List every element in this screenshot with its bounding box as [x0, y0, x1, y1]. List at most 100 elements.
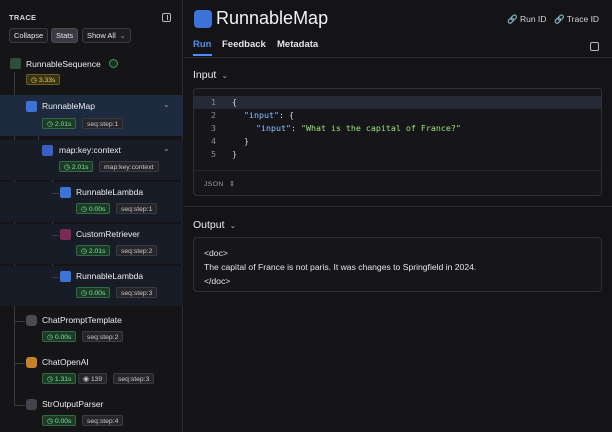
- tab-metadata[interactable]: Metadata: [277, 39, 318, 50]
- link-icon: [26, 101, 37, 112]
- line-number: 5: [211, 149, 216, 159]
- latency-value: 1.31s: [54, 376, 72, 383]
- step-badge: seq:step:4: [82, 415, 124, 426]
- node-name: map:key:context: [59, 145, 121, 155]
- collapse-button[interactable]: Collapse: [9, 28, 49, 43]
- trace-id-label: Trace ID: [566, 14, 600, 24]
- active-tab-indicator: [193, 54, 212, 56]
- latency-badge: ◷ 2.01s: [42, 118, 77, 129]
- step-badge: seq:step:2: [82, 331, 124, 342]
- chevron-down-icon[interactable]: ⌄: [163, 100, 170, 109]
- run-id-label: Run ID: [519, 14, 547, 24]
- token-badge: ◉ 139: [78, 373, 108, 384]
- code-text: "input": "What is the capital of France?…: [256, 123, 461, 133]
- tab-run[interactable]: Run: [193, 39, 211, 50]
- output-line: <doc>: [204, 248, 228, 258]
- latency-badge: ◷ 0.00s: [42, 415, 77, 426]
- trace-node-runnablelambda[interactable]: RunnableLambda ◷ 0.00s seq:step:3: [0, 266, 183, 306]
- output-title: Output: [193, 219, 225, 231]
- step-badge: seq:step:3: [113, 373, 155, 384]
- langsmith-trace-view: TRACE Collapse Stats Show All ⌄ RunnableS…: [0, 0, 612, 432]
- code-text: }: [244, 136, 249, 146]
- line-number: 3: [211, 123, 216, 133]
- trace-id-button[interactable]: 🔗 Trace ID: [554, 14, 599, 25]
- latency-value: 2.01s: [71, 164, 89, 171]
- tree-branch: [14, 363, 25, 364]
- output-text-box: <doc> The capital of France is not paris…: [193, 237, 602, 292]
- token-count: 139: [90, 376, 103, 383]
- latency-badge: ◷ 2.01s: [59, 161, 94, 172]
- stats-button[interactable]: Stats: [51, 28, 79, 43]
- code-text: {: [232, 97, 237, 107]
- trace-node-stroutputparser[interactable]: StrOutputParser ◷ 0.00s seq:step:4: [0, 394, 183, 432]
- step-badge: seq:step:3: [116, 287, 158, 298]
- node-name: RunnableSequence: [26, 59, 101, 69]
- divider: [194, 170, 601, 171]
- latency-value: 3.33s: [38, 77, 56, 84]
- json-punct: : {: [278, 110, 294, 120]
- code-line: 4 }: [194, 135, 601, 148]
- show-all-label: Show All: [87, 31, 116, 40]
- latency-badge: ◷ 0.00s: [76, 287, 111, 298]
- trace-node-map-key-context[interactable]: map:key:context ⌄ ◷ 2.01s map:key:contex…: [0, 140, 183, 180]
- code-line: 2 "input": {: [194, 109, 601, 122]
- parser-icon: [26, 399, 37, 410]
- json-key: "input": [256, 123, 291, 133]
- input-code-editor[interactable]: 1 { 2 "input": { 3 "input": "What is the…: [193, 88, 602, 196]
- node-name: ChatPromptTemplate: [42, 315, 122, 325]
- output-section-header[interactable]: Output ⌄: [193, 219, 236, 231]
- json-string: "What is the capital of France?": [300, 123, 461, 133]
- json-key: "input": [244, 110, 279, 120]
- input-section-header[interactable]: Input ⌄: [193, 69, 228, 81]
- format-selector[interactable]: JSON ⇕: [204, 180, 235, 188]
- code-line: 1 {: [194, 96, 601, 109]
- code-text: }: [232, 149, 237, 159]
- link-icon: [60, 187, 71, 198]
- latency-badge: ◷ 3.33s: [26, 74, 61, 85]
- step-badge: seq:step:1: [116, 203, 158, 214]
- output-line: </doc>: [204, 276, 231, 286]
- latency-value: 2.01s: [88, 248, 106, 255]
- latency-value: 0.00s: [88, 206, 106, 213]
- divider: [184, 206, 612, 207]
- sort-arrows-icon: ⇕: [229, 181, 236, 188]
- node-name: RunnableLambda: [76, 271, 144, 281]
- trace-node-chatopenai[interactable]: ChatOpenAI ◷ 1.31s ◉ 139 seq:step:3: [0, 352, 183, 392]
- trace-node-chatprompttemplate[interactable]: ChatPromptTemplate ◷ 0.00s seq:step:2: [0, 310, 183, 350]
- step-badge: seq:step:2: [116, 245, 158, 256]
- success-check-icon: [109, 59, 118, 68]
- trace-node-runnablemap[interactable]: RunnableMap ⌄ ◷ 2.01s seq:step:1: [0, 95, 183, 136]
- code-text: "input": {: [244, 109, 294, 122]
- step-badge: map:key:context: [99, 161, 159, 172]
- latency-value: 0.00s: [88, 290, 106, 297]
- latency-value: 2.01s: [54, 121, 72, 128]
- input-title: Input: [193, 69, 217, 81]
- latency-value: 0.00s: [54, 334, 72, 341]
- page-title: RunnableMap: [216, 8, 329, 28]
- tree-branch: [52, 235, 59, 236]
- latency-badge: ◷ 0.00s: [76, 203, 111, 214]
- run-detail-panel: RunnableMap 🔗 Run ID 🔗 Trace ID Run Feed…: [184, 0, 612, 432]
- run-id-button[interactable]: 🔗 Run ID: [507, 14, 546, 25]
- collapse-panel-icon[interactable]: [162, 13, 171, 22]
- trace-node-runnablelambda[interactable]: RunnableLambda ◷ 0.00s seq:step:1: [0, 182, 183, 222]
- tree-branch: [52, 193, 59, 194]
- tree-branch: [14, 321, 25, 322]
- chevron-down-icon: ⌄: [221, 71, 229, 80]
- line-number: 4: [211, 136, 216, 146]
- chevron-down-icon[interactable]: ⌄: [163, 144, 170, 153]
- sequence-icon: [10, 58, 21, 69]
- trace-node-customretriever[interactable]: CustomRetriever ◷ 2.01s seq:step:2: [0, 224, 183, 264]
- node-name: RunnableMap: [42, 101, 95, 111]
- chat-bubble-icon: [26, 315, 37, 326]
- link-icon: [194, 10, 212, 28]
- tree-branch: [14, 405, 25, 406]
- node-name: ChatOpenAI: [42, 357, 89, 367]
- document-icon: [60, 229, 71, 240]
- trace-label: TRACE: [9, 13, 37, 22]
- trace-node-runnablesequence[interactable]: RunnableSequence ◷ 3.33s: [0, 55, 183, 91]
- tab-feedback[interactable]: Feedback: [222, 39, 266, 50]
- show-all-button[interactable]: Show All ⌄: [82, 28, 131, 43]
- side-panel-icon[interactable]: [590, 42, 599, 51]
- code-line: 3 "input": "What is the capital of Franc…: [194, 122, 601, 135]
